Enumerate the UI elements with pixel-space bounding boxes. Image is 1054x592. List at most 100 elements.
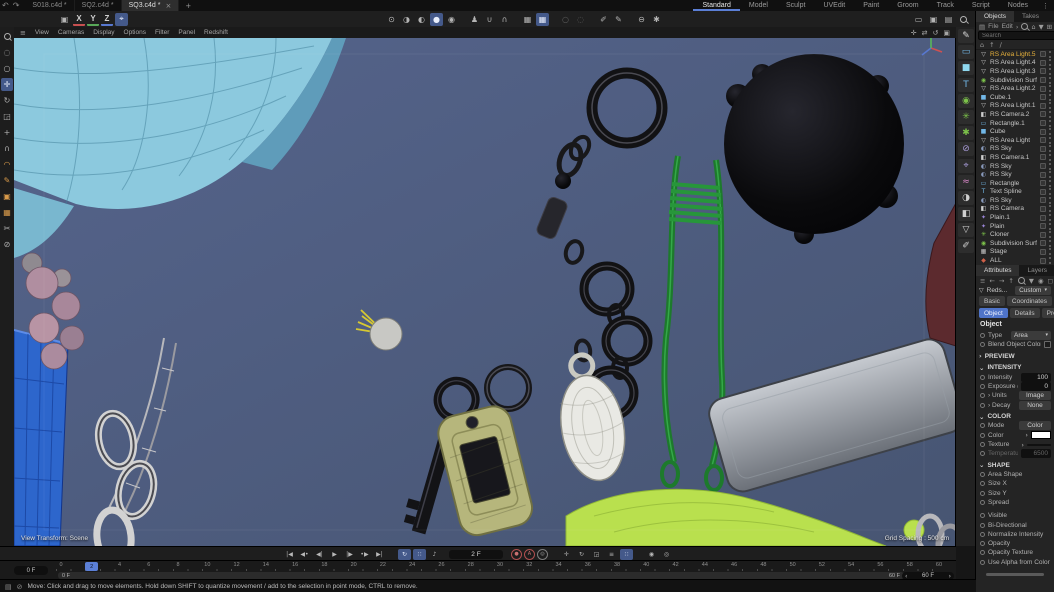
goto-end-button[interactable]: ▶| bbox=[373, 549, 386, 560]
z-axis-lock-button[interactable]: Z bbox=[101, 12, 113, 26]
visibility-dots[interactable] bbox=[1049, 188, 1052, 195]
filter-icon[interactable]: ▼ bbox=[1039, 23, 1044, 31]
enable-toggle[interactable] bbox=[1040, 232, 1046, 238]
primitive-group-tool[interactable]: ▦ bbox=[1, 206, 13, 219]
attr-tab-coordinates[interactable]: Coordinates bbox=[1007, 296, 1052, 306]
visibility-dots[interactable] bbox=[1049, 145, 1052, 152]
viewport-menu-options[interactable]: Options bbox=[124, 29, 146, 36]
layout-film-icon[interactable]: ▤ bbox=[942, 13, 955, 26]
animation-dot-icon[interactable] bbox=[980, 541, 985, 546]
object-row[interactable]: ◉Subdivision Surface bbox=[976, 239, 1054, 248]
layout-tab-groom[interactable]: Groom bbox=[888, 0, 927, 11]
tab-takes[interactable]: Takes bbox=[1014, 11, 1047, 22]
document-tab[interactable]: SQ2.c4d * bbox=[75, 0, 122, 11]
subdivision-surface-icon[interactable]: ◉ bbox=[958, 94, 974, 108]
bevel-tool[interactable]: ⊘ bbox=[1, 238, 13, 251]
layout-tab-script[interactable]: Script bbox=[963, 0, 999, 11]
object-row[interactable]: ✦Plain bbox=[976, 222, 1054, 231]
enable-toggle[interactable] bbox=[1040, 249, 1046, 255]
quantize-button[interactable]: ▦ bbox=[536, 13, 549, 26]
enable-toggle[interactable] bbox=[1040, 86, 1046, 92]
tab-objects[interactable]: Objects bbox=[976, 11, 1014, 22]
home-icon[interactable]: ⌂ bbox=[980, 41, 984, 49]
objects-menu-edit[interactable]: Edit bbox=[1002, 23, 1013, 30]
object-row[interactable]: ▽RS Area Light bbox=[976, 136, 1054, 145]
menu-icon[interactable]: ≡ bbox=[980, 277, 985, 285]
magnet-tool[interactable]: ∩ bbox=[1, 142, 13, 155]
object-row[interactable]: ◐RS Sky bbox=[976, 196, 1054, 205]
viewport-menu-cameras[interactable]: Cameras bbox=[58, 29, 84, 36]
autokey-button[interactable]: A bbox=[524, 549, 535, 560]
visibility-dots[interactable] bbox=[1049, 231, 1052, 238]
move-tool[interactable]: ✛ bbox=[1, 78, 13, 91]
animation-dot-icon[interactable] bbox=[980, 513, 985, 518]
spline-wrap-icon[interactable]: ≈ bbox=[958, 175, 974, 189]
target-mode-icon[interactable]: ⊙ bbox=[385, 13, 398, 26]
object-row[interactable]: ◆ALL bbox=[976, 256, 1054, 265]
object-row[interactable]: ◐RS Sky bbox=[976, 162, 1054, 171]
pan-view-icon[interactable]: ✛ bbox=[911, 29, 917, 37]
visibility-dots[interactable] bbox=[1049, 257, 1052, 264]
layout-window-icon[interactable]: ▭ bbox=[912, 13, 925, 26]
visibility-dots[interactable] bbox=[1049, 102, 1052, 109]
visibility-dots[interactable] bbox=[1049, 120, 1052, 127]
object-row[interactable]: ▭Rectangle bbox=[976, 179, 1054, 188]
object-row[interactable]: ■Cube.1 bbox=[976, 93, 1054, 102]
animation-dot-icon[interactable] bbox=[980, 472, 985, 477]
animation-dot-icon[interactable] bbox=[980, 342, 985, 347]
layout-tab-uvedit[interactable]: UVEdit bbox=[814, 0, 854, 11]
material-icon[interactable]: ✐ bbox=[958, 239, 974, 253]
add-tab-button[interactable]: + bbox=[179, 0, 197, 11]
section-color[interactable]: ⌄COLOR bbox=[976, 412, 1054, 422]
record-button[interactable]: ● bbox=[511, 549, 522, 560]
viewport-menu-view[interactable]: View bbox=[35, 29, 49, 36]
attr-tab-project[interactable]: Project bbox=[1042, 308, 1054, 318]
rotate-view-icon[interactable]: ↺ bbox=[933, 29, 939, 37]
enable-toggle[interactable] bbox=[1040, 180, 1046, 186]
search-icon[interactable] bbox=[1018, 277, 1025, 284]
visibility-dots[interactable] bbox=[1049, 240, 1052, 247]
enable-toggle[interactable] bbox=[1040, 68, 1046, 74]
prev-key-button[interactable]: ◀• bbox=[298, 549, 311, 560]
animation-dot-icon[interactable] bbox=[980, 333, 985, 338]
visibility-dots[interactable] bbox=[1049, 180, 1052, 187]
layout-tab-standard[interactable]: Standard bbox=[693, 0, 739, 11]
object-row[interactable]: ■Cube bbox=[976, 127, 1054, 136]
coordinate-system-button[interactable]: ⌖ bbox=[115, 13, 128, 26]
viewport-menu-redshift[interactable]: Redshift bbox=[204, 29, 228, 36]
text-spline-icon[interactable]: T bbox=[958, 78, 974, 92]
forward-icon[interactable]: → bbox=[999, 277, 1004, 285]
mode-a-icon[interactable]: ○ bbox=[559, 13, 572, 26]
layout-overflow-icon[interactable]: ⋮ bbox=[1037, 2, 1054, 10]
visibility-dots[interactable] bbox=[1049, 94, 1052, 101]
animation-dot-icon[interactable] bbox=[980, 451, 985, 456]
redo-icon[interactable]: ↷ bbox=[13, 1, 20, 10]
units-button[interactable]: Image bbox=[1019, 391, 1051, 400]
objects-grid-icon[interactable]: ▤ bbox=[979, 23, 985, 31]
gear-icon[interactable]: ✱ bbox=[650, 13, 663, 26]
up-icon[interactable]: ↑ bbox=[1008, 277, 1013, 285]
object-row[interactable]: ▦Stage bbox=[976, 248, 1054, 257]
camera-tool-icon[interactable]: ◧ bbox=[958, 207, 974, 221]
spline-pen-tool[interactable]: ✎ bbox=[1, 174, 13, 187]
tab-layers[interactable]: Layers bbox=[1019, 265, 1054, 276]
animation-dot-icon[interactable] bbox=[980, 403, 985, 408]
visibility-dots[interactable] bbox=[1049, 85, 1052, 92]
lock-icon[interactable]: ◉ bbox=[1038, 277, 1044, 285]
cube-primitive-icon[interactable]: ■ bbox=[958, 61, 974, 75]
visibility-dots[interactable] bbox=[1049, 111, 1052, 118]
goto-start-button[interactable]: |◀ bbox=[283, 549, 296, 560]
record-rotation-button[interactable]: ↻ bbox=[575, 549, 588, 560]
visibility-dots[interactable] bbox=[1049, 59, 1052, 66]
spline-pen-icon[interactable]: ✎ bbox=[958, 29, 974, 43]
visibility-dots[interactable] bbox=[1049, 68, 1052, 75]
section-shape[interactable]: ⌄SHAPE bbox=[976, 460, 1054, 470]
cloner-icon[interactable]: ✳ bbox=[958, 110, 974, 124]
visibility-dots[interactable] bbox=[1049, 128, 1052, 135]
sound-toggle[interactable]: ♪ bbox=[428, 549, 441, 560]
dolly-view-icon[interactable]: ⇄ bbox=[922, 29, 928, 37]
visibility-dots[interactable] bbox=[1049, 248, 1052, 255]
visibility-dots[interactable] bbox=[1049, 51, 1052, 58]
viewport-menu-display[interactable]: Display bbox=[93, 29, 114, 36]
search-input[interactable] bbox=[978, 31, 1054, 40]
